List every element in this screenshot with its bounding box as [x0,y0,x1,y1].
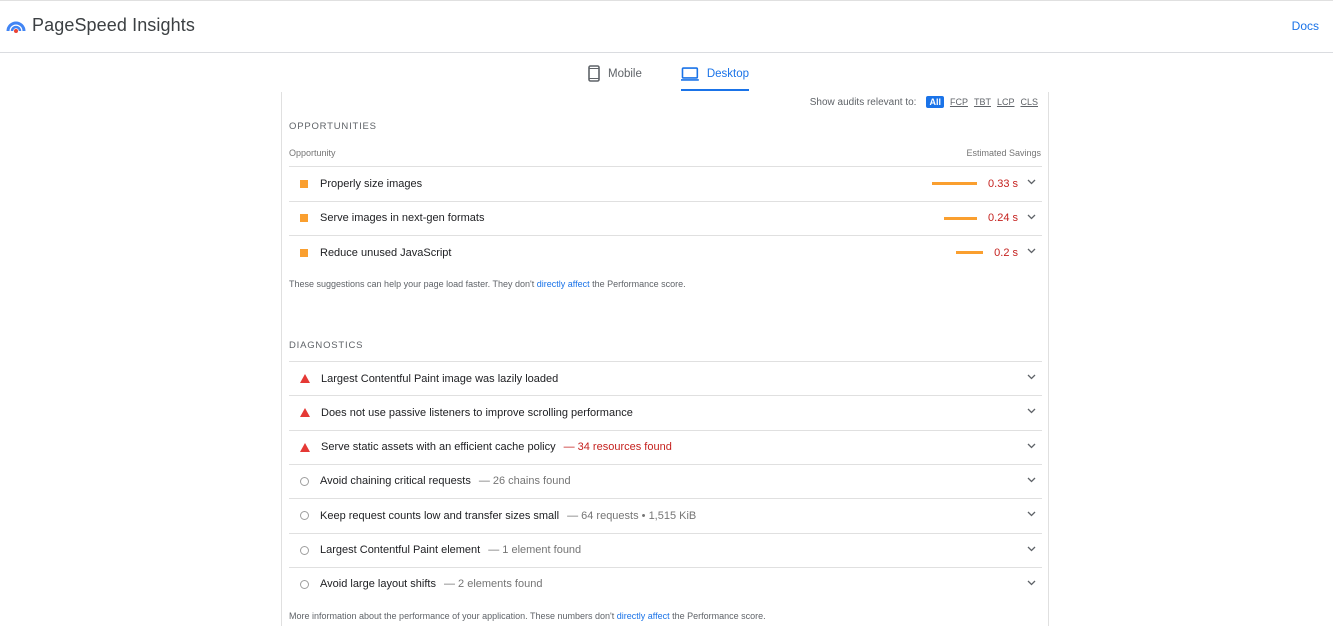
warning-square-icon [300,214,308,222]
opportunity-column-label: Opportunity [289,148,336,158]
diagnostics-note-text: More information about the performance o… [289,611,617,621]
diagnostic-row[interactable]: Serve static assets with an efficient ca… [289,429,1042,464]
tab-desktop[interactable]: Desktop [681,56,749,91]
info-circle-icon [300,545,309,555]
savings-value: 0.24 s [988,212,1018,224]
warning-square-icon [300,179,308,188]
opportunities-note: These suggestions can help your page loa… [289,279,686,289]
filter-chip-cls[interactable]: CLS [1020,97,1038,107]
info-circle-icon [300,579,309,589]
diagnostics-note: More information about the performance o… [289,611,766,621]
opportunity-title: Serve images in next-gen formats [320,212,485,224]
opportunity-row[interactable]: Properly size images 0.33 s [289,166,1042,200]
filter-chip-lcp[interactable]: LCP [997,97,1015,107]
opportunity-title: Properly size images [320,177,423,190]
diagnostic-title: Avoid chaining critical requests [320,475,471,488]
filter-chip-all[interactable]: All [926,96,944,108]
audit-filter: Show audits relevant to: All FCP TBT LCP… [810,96,1038,108]
smartphone-icon [588,65,600,82]
brand-title[interactable]: PageSpeed Insights [32,15,195,36]
diagnostic-title: Keep request counts low and transfer siz… [320,509,560,522]
fail-triangle-icon [300,408,310,418]
diagnostic-detail: — 34 resources found [563,441,672,454]
opportunities-note-text-end: the Performance score. [589,279,686,289]
diagnostic-row[interactable]: Largest Contentful Paint element — 1 elem… [289,532,1042,567]
chevron-down-icon[interactable] [1027,408,1036,414]
diagnostic-row[interactable]: Keep request counts low and transfer siz… [289,498,1042,532]
savings-value: 0.33 s [988,177,1018,190]
filter-label: Show audits relevant to: [809,96,917,108]
savings-bar [944,216,978,220]
diagnostic-detail: — 1 element found [488,544,582,556]
chevron-down-icon[interactable] [1027,443,1036,449]
info-circle-icon [300,511,309,521]
savings-bar [956,251,984,254]
tab-desktop-label: Desktop [706,67,749,80]
chevron-down-icon[interactable] [1027,248,1036,254]
opportunities-directly-affect-link[interactable]: directly affect [537,279,590,289]
fail-triangle-icon [300,442,310,452]
laptop-icon [681,66,699,81]
savings-indicator: 0.2 s [956,247,1018,259]
diagnostic-detail: — 26 chains found [478,475,571,488]
top-bar: PageSpeed Insights Docs [0,0,1333,53]
savings-bar [932,182,978,185]
diagnostic-row[interactable]: Largest Contentful Paint image was lazil… [289,361,1042,395]
fail-triangle-icon [300,374,310,383]
savings-indicator: 0.33 s [932,178,1018,190]
diagnostics-heading: DIAGNOSTICS [289,340,364,351]
savings-column-label: Estimated Savings [966,148,1041,158]
diagnostic-detail: — 64 requests • 1,515 KiB [567,509,697,522]
diagnostic-title: Does not use passive listeners to improv… [321,406,633,419]
chevron-down-icon[interactable] [1027,546,1036,552]
diagnostic-detail: — 2 elements found [443,578,543,591]
diagnostic-title: Largest Contentful Paint image was lazil… [321,372,559,385]
info-circle-icon [300,476,309,486]
filter-chip-fcp[interactable]: FCP [950,97,968,107]
opportunities-note-text: These suggestions can help your page loa… [289,279,537,289]
warning-square-icon [300,248,308,257]
opportunity-row[interactable]: Serve images in next-gen formats 0.24 s [289,200,1042,235]
diagnostic-row[interactable]: Does not use passive listeners to improv… [289,395,1042,429]
diagnostic-row[interactable]: Avoid large layout shifts — 2 elements fo… [289,566,1042,601]
chevron-down-icon[interactable] [1027,477,1036,483]
diagnostic-row[interactable]: Avoid chaining critical requests — 26 cha… [289,463,1042,498]
tab-mobile-label: Mobile [608,67,642,80]
opportunities-column-header: Opportunity Estimated Savings [289,148,1041,158]
savings-value: 0.2 s [994,246,1018,259]
pagespeed-logo-icon[interactable] [6,17,26,37]
opportunities-heading: OPPORTUNITIES [289,121,377,132]
audits-panel: Show audits relevant to: All FCP TBT LCP… [281,92,1049,626]
tab-mobile[interactable]: Mobile [588,56,666,91]
diagnostic-title: Avoid large layout shifts [320,578,436,591]
diagnostic-title: Serve static assets with an efficient ca… [321,441,556,454]
opportunity-row[interactable]: Reduce unused JavaScript 0.2 s [289,235,1042,269]
docs-link[interactable]: Docs [1292,19,1319,33]
opportunity-title: Reduce unused JavaScript [320,246,452,259]
savings-indicator: 0.24 s [944,212,1018,224]
filter-chip-tbt[interactable]: TBT [974,97,991,107]
diagnostics-directly-affect-link[interactable]: directly affect [617,611,670,621]
diagnostic-title: Largest Contentful Paint element [320,544,481,556]
chevron-down-icon[interactable] [1027,179,1036,185]
device-tabs: Mobile Desktop [580,56,749,92]
chevron-down-icon[interactable] [1027,580,1036,586]
chevron-down-icon[interactable] [1027,214,1036,220]
chevron-down-icon[interactable] [1027,374,1036,380]
diagnostics-note-text-end: the Performance score. [669,611,766,621]
chevron-down-icon[interactable] [1027,511,1036,517]
